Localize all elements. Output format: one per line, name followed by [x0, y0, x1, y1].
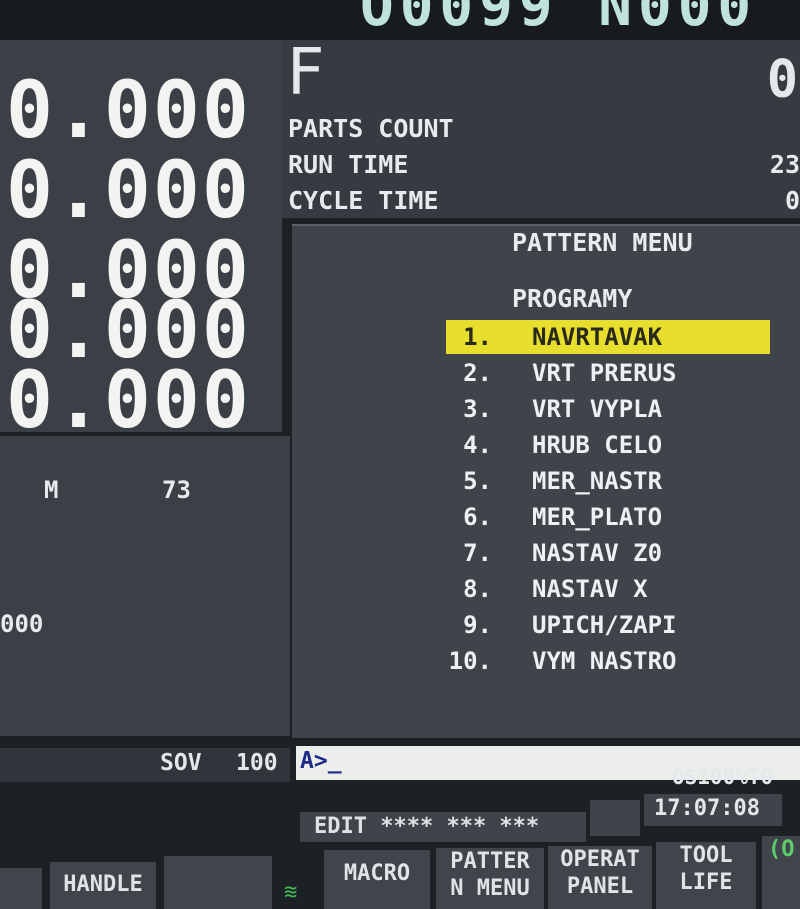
modal-panel: M 73 000 [0, 436, 290, 736]
softkey-pattern-menu[interactable]: PATTER N MENU [436, 848, 544, 909]
coordinate-panel: 0.000 0.000 0.000 0.000 0.000 [0, 40, 282, 446]
cycle-time-row: CYCLE TIME 0 [288, 186, 800, 215]
input-prompt: A>_ [300, 748, 342, 774]
parts-count-label: PARTS COUNT [288, 114, 454, 143]
menu-item-5[interactable]: 5. MER_NASTR [446, 464, 770, 498]
menu-item-label: NAVRTAVAK [532, 323, 663, 351]
softkey-menu-icon[interactable]: ≋ [284, 880, 297, 905]
softkey-blank[interactable] [164, 856, 272, 909]
softkey-macro[interactable]: MACRO [324, 850, 430, 909]
parts-count-row: PARTS COUNT [288, 114, 800, 143]
clock-text: 17:07:08 [654, 796, 760, 821]
softkey-tool-life[interactable]: TOOL LIFE [656, 842, 756, 909]
softkey-right[interactable]: (O [762, 836, 800, 909]
sov-label: SOV [160, 750, 202, 776]
menu-item-number: 1. [463, 323, 492, 351]
feed-label: F [286, 36, 325, 110]
run-time-row: RUN TIME 23 [288, 150, 800, 179]
pattern-menu-panel: PATTERN MENU PROGRAMY 1. NAVRTAVAK 2. VRT … [292, 224, 800, 738]
clock: 17:07:08 [644, 794, 782, 826]
menu-item-8[interactable]: 8. NASTAV X [446, 572, 770, 606]
program-header: O0099 N000 [0, 0, 800, 40]
menu-item-number: 9. [463, 611, 492, 639]
cycle-time-value: 0 [784, 186, 800, 215]
menu-item-9[interactable]: 9. UPICH/ZAPI [446, 608, 770, 642]
softkey-left[interactable] [0, 868, 42, 909]
pattern-menu-subtitle: PROGRAMY [512, 284, 633, 313]
menu-item-label: VRT PRERUS [532, 359, 677, 387]
menu-item-number: 7. [463, 539, 492, 567]
softkey-operator-panel[interactable]: OPERAT PANEL [548, 846, 652, 909]
softkey-label-line: PATTER [450, 849, 530, 874]
menu-item-3[interactable]: 3. VRT VYPLA [446, 392, 770, 426]
menu-item-number: 2. [463, 359, 492, 387]
m-code-label: M [44, 476, 59, 504]
menu-item-label: NASTAV X [532, 575, 648, 603]
run-time-value: 23 [769, 150, 800, 179]
cycle-time-label: CYCLE TIME [288, 186, 439, 215]
coordinate-value: 0.000 [6, 356, 251, 446]
menu-item-number: 4. [463, 431, 492, 459]
menu-item-number: 10. [448, 647, 492, 675]
softkey-label-line: TOOL [679, 843, 733, 868]
info-panel: F 0 PARTS COUNT RUN TIME 23 CYCLE TIME 0 [282, 36, 800, 218]
softkey-handle[interactable]: HANDLE [50, 862, 156, 909]
menu-item-number: 5. [463, 467, 492, 495]
menu-item-10[interactable]: 10. VYM NASTRO [446, 644, 770, 678]
sov-value: 100 [236, 750, 278, 776]
softkey-label-line: OPERAT [560, 847, 640, 872]
menu-item-label: VRT VYPLA [532, 395, 663, 423]
menu-item-label: VYM NASTRO [532, 647, 677, 675]
menu-item-1[interactable]: 1. NAVRTAVAK [446, 320, 770, 354]
menu-item-6[interactable]: 6. MER_PLATO [446, 500, 770, 534]
run-time-label: RUN TIME [288, 150, 409, 179]
override-status: OS100%T0 [672, 765, 774, 789]
softkey-label-line: PANEL [566, 874, 634, 899]
status-blank [590, 800, 640, 836]
program-number: O0099 N000 [360, 0, 758, 39]
mode-text: EDIT **** *** *** [314, 814, 540, 839]
coordinate-value: 0.000 [6, 66, 251, 156]
menu-item-label: UPICH/ZAPI [532, 611, 677, 639]
menu-item-2[interactable]: 2. VRT PRERUS [446, 356, 770, 390]
menu-item-number: 8. [463, 575, 492, 603]
menu-item-4[interactable]: 4. HRUB CELO [446, 428, 770, 462]
menu-item-label: HRUB CELO [532, 431, 663, 459]
menu-item-number: 3. [463, 395, 492, 423]
menu-item-label: NASTAV Z0 [532, 539, 663, 567]
menu-item-number: 6. [463, 503, 492, 531]
menu-item-label: MER_NASTR [532, 467, 663, 495]
pattern-menu-title: PATTERN MENU [512, 228, 693, 257]
status-bar: SOV 100 [0, 748, 290, 782]
menu-item-label: MER_PLATO [532, 503, 663, 531]
softkey-label-line: N MENU [450, 876, 530, 901]
feed-value: 0 [766, 50, 798, 110]
mode-indicator: EDIT **** *** *** [300, 812, 586, 842]
menu-item-7[interactable]: 7. NASTAV Z0 [446, 536, 770, 570]
coordinate-value: 0.000 [6, 146, 251, 236]
m-code-value: 73 [162, 476, 191, 504]
spindle-value: 000 [0, 610, 44, 638]
softkey-label-line: LIFE [679, 870, 733, 895]
